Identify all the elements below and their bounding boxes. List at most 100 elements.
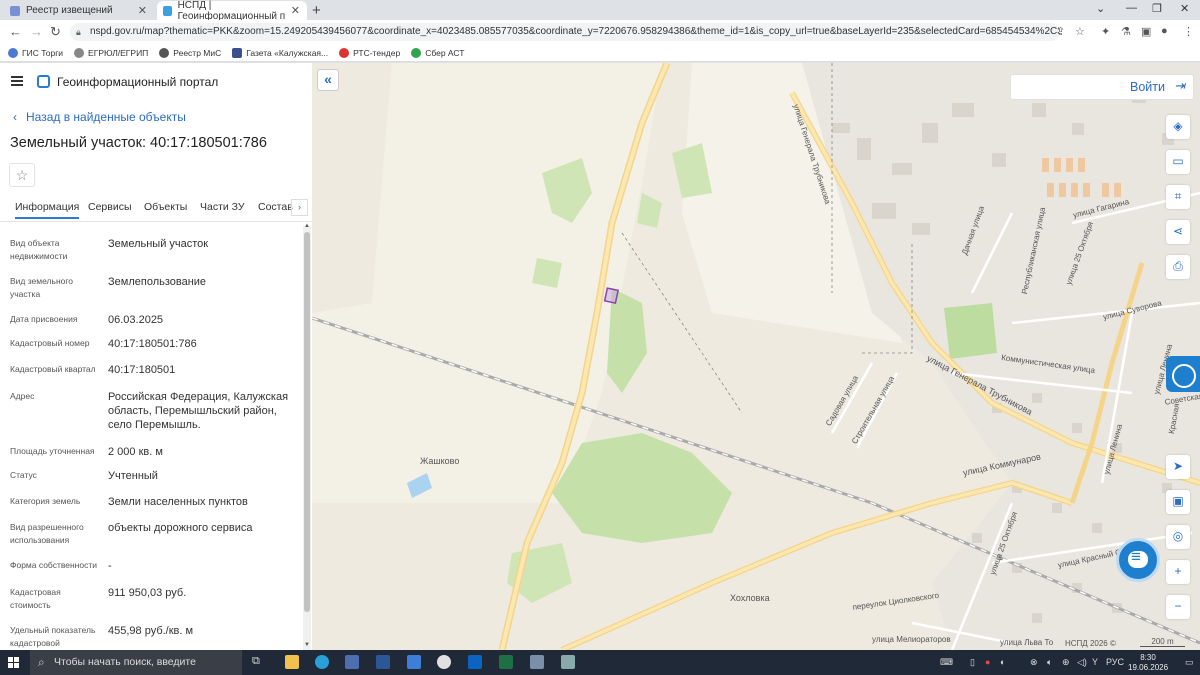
address-bar-row: ← → ↻ 🔒︎ nspd.gov.ru/map?thematic=PKK&zo… (0, 20, 1200, 44)
panel-scrollbar[interactable]: ▲ ▼ (303, 223, 311, 650)
selected-parcel[interactable] (603, 287, 620, 304)
back-to-results-link[interactable]: ‹ Назад в найденные объекты (13, 110, 186, 124)
layers-icon[interactable]: ◈ (1166, 115, 1190, 139)
info-label: Вид земельного участка (10, 276, 74, 299)
hamburger-menu-icon[interactable] (11, 76, 23, 86)
bookmark-item[interactable]: ГИС Торги (8, 47, 63, 58)
chat-icon[interactable] (1116, 538, 1160, 582)
back-link-label: Назад в найденные объекты (26, 110, 186, 124)
browser-tab-active[interactable]: НСПД | Геоинформационный п ✕ (157, 0, 307, 22)
print-icon[interactable]: ⎙ (1166, 255, 1190, 279)
url-field[interactable]: 🔒︎ nspd.gov.ru/map?thematic=PKK&zoom=15.… (70, 23, 1060, 41)
side-feedback-icon[interactable] (1166, 356, 1200, 392)
calculator-icon[interactable] (530, 655, 544, 669)
tab-land-parts[interactable]: Части ЗУ (200, 201, 245, 213)
map-canvas[interactable]: улица Генерала Трубникова улица Генерала… (312, 63, 1200, 650)
bookmark-item[interactable]: Сбер АСТ (411, 47, 464, 58)
menu-dots-icon[interactable]: ⋮ (1183, 25, 1194, 38)
network-icon[interactable]: ⊕ (1062, 657, 1070, 668)
tray-icon[interactable]: ▯ (970, 657, 975, 668)
taskbar-search[interactable]: ⌕ Чтобы начать поиск, введите (30, 650, 242, 675)
extensions-icon[interactable]: ✦ (1101, 25, 1110, 38)
search-location-icon[interactable]: ◎ (1166, 525, 1190, 549)
bookmark-icon (74, 47, 85, 58)
excel-icon[interactable] (499, 655, 513, 669)
zoom-in-icon[interactable]: + (1166, 560, 1190, 584)
close-tab-icon[interactable]: ✕ (138, 4, 147, 17)
new-tab-plus-icon[interactable]: + (312, 2, 321, 19)
mail-icon[interactable] (407, 655, 421, 669)
tab-composition[interactable]: Состав (258, 201, 293, 213)
close-tab-icon[interactable]: ✕ (291, 4, 300, 17)
object-title: Земельный участок: 40:17:180501:786 (10, 135, 267, 151)
bookmarks-bar: ГИС Торги ЕГРЮЛ/ЕГРИП Реестр МиС Газета … (0, 44, 1200, 62)
store-icon[interactable] (345, 655, 359, 669)
sidebar-icon[interactable]: ▣ (1141, 25, 1151, 38)
tray-icon[interactable]: ⊗ (1030, 657, 1038, 668)
taskbar-clock[interactable]: 8:30 19.06.2026 (1128, 653, 1168, 673)
tab-objects[interactable]: Объекты (144, 201, 187, 213)
forward-arrow-icon[interactable]: → (30, 24, 43, 39)
info-value: Земли населенных пунктов (108, 496, 248, 508)
info-value: 06.03.2025 (108, 314, 164, 326)
windows-start-icon[interactable] (8, 657, 20, 669)
ruler-icon[interactable]: ▭ (1166, 150, 1190, 174)
bookmark-item[interactable]: Газета «Калужская... (232, 47, 328, 58)
search-icon: ⌕ (38, 655, 45, 669)
zoom-out-icon[interactable]: − (1166, 595, 1190, 619)
chevron-down-icon[interactable]: ⌄ (1096, 2, 1105, 15)
notifications-icon[interactable]: ▭ (1185, 657, 1194, 668)
close-window-icon[interactable]: ✕ (1180, 2, 1189, 15)
tray-icon[interactable]: ◐ (1000, 657, 1005, 667)
maximize-icon[interactable]: ❐ (1152, 2, 1162, 15)
info-label: Вид разрешенного использования (10, 522, 84, 545)
back-arrow-icon[interactable]: ← (9, 24, 22, 39)
info-value: 40:17:180501 (108, 364, 176, 376)
login-arrow-icon: ⇥ (1174, 78, 1185, 93)
app-icon[interactable] (561, 655, 575, 669)
collapse-panel-button[interactable]: « (317, 69, 339, 91)
flask-icon[interactable]: ⚗ (1121, 25, 1131, 38)
object-tabs: Информация Сервисы Объекты Части ЗУ Сост… (0, 196, 312, 222)
bookmark-item[interactable]: ЕГРЮЛ/ЕГРИП (74, 47, 148, 58)
tray-icon[interactable]: ● (985, 657, 990, 667)
info-value: 2 000 кв. м (108, 446, 163, 458)
file-explorer-icon[interactable] (285, 655, 299, 669)
scroll-down-icon[interactable]: ▼ (303, 642, 311, 648)
scroll-up-icon[interactable]: ▲ (303, 223, 311, 229)
share-icon[interactable]: ⇪ (1056, 25, 1065, 38)
bookmark-star-icon[interactable]: ☆ (1075, 25, 1085, 38)
share-icon[interactable]: ⋖ (1166, 220, 1190, 244)
info-label: Кадастровый номер (10, 338, 90, 348)
reload-icon[interactable]: ↻ (50, 24, 61, 40)
keyboard-icon[interactable]: ⌨ (940, 657, 953, 668)
volume-icon[interactable]: 🔈︎ (1047, 657, 1052, 668)
bookmark-item[interactable]: РТС-тендер (339, 47, 400, 58)
task-view-icon[interactable]: ⧉ (252, 655, 266, 669)
tray-icon[interactable]: Y (1092, 657, 1098, 667)
clock-date: 19.06.2026 (1128, 663, 1169, 672)
edge-icon[interactable] (315, 655, 329, 669)
browser-tab[interactable]: Реестр извещений ✕ (4, 1, 154, 20)
tab-services[interactable]: Сервисы (88, 201, 132, 213)
outlook-icon[interactable] (468, 655, 482, 669)
info-label: Вид объекта недвижимости (10, 238, 68, 261)
geolocation-icon[interactable]: ➤ (1166, 455, 1190, 479)
bookmark-item[interactable]: Реестр МиС (159, 47, 221, 58)
speaker-icon[interactable]: ◁) (1077, 657, 1087, 668)
bookmark-icon (232, 47, 243, 58)
favorite-star-icon[interactable]: ☆ (9, 163, 35, 187)
info-value: Землепользование (108, 276, 207, 288)
object-info-panel: Геоинформационный портал ‹ Назад в найден… (0, 63, 312, 650)
scrollbar-thumb[interactable] (304, 232, 310, 612)
chrome-icon[interactable] (437, 655, 451, 669)
chevron-right-icon[interactable]: › (291, 199, 308, 216)
login-button[interactable]: Войти ⇥ (1010, 74, 1194, 100)
language-indicator[interactable]: РУС (1106, 657, 1124, 667)
select-area-icon[interactable]: ⌗ (1166, 185, 1190, 209)
minimize-icon[interactable]: — (1126, 2, 1137, 14)
profile-icon[interactable]: ● (1161, 25, 1168, 37)
tab-information[interactable]: Информация (15, 201, 80, 219)
minimap-icon[interactable]: ▣ (1166, 490, 1190, 514)
word-icon[interactable] (376, 655, 390, 669)
